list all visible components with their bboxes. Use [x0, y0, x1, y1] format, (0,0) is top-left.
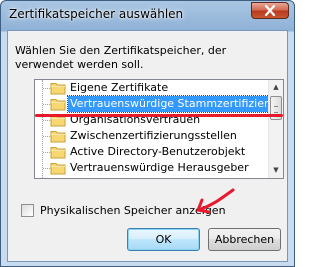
red-annotation-arrow-icon: [196, 188, 235, 214]
tree-branch-line: [43, 104, 50, 105]
folder-icon: [50, 131, 66, 143]
title-bar[interactable]: Zertifikatspeicher auswählen: [1, 1, 294, 30]
dialog-window: Zertifikatspeicher auswählen Wählen Sie …: [0, 0, 295, 267]
instruction-text: Wählen Sie den Zertifikatspeicher, der v…: [15, 44, 227, 71]
folder-icon: [50, 163, 66, 175]
store-item-label[interactable]: Active Directory-Benutzerobjekt: [68, 144, 247, 160]
store-item[interactable]: Vertrauenswürdige Herausgeber: [35, 160, 268, 176]
dialog-body: Wählen Sie den Zertifikatspeicher, der v…: [7, 30, 288, 262]
tree-branch-line: [43, 88, 50, 89]
physical-store-checkbox[interactable]: [21, 204, 34, 217]
close-button[interactable]: [251, 2, 289, 19]
store-item[interactable]: Vertrauenswürdige Stammzertifizierungss: [35, 95, 283, 113]
store-item[interactable]: Active Directory-Benutzerobjekt: [35, 144, 268, 160]
store-list: Eigene Zertifikate Vertrauenswürdige Stam…: [35, 80, 283, 176]
red-annotation-underline: [35, 114, 283, 117]
tree-branch-line: [43, 168, 50, 169]
tree-branch-line: [43, 120, 50, 121]
store-item-label[interactable]: Vertrauenswürdige Herausgeber: [68, 160, 251, 176]
close-icon: [264, 4, 276, 17]
store-item-label[interactable]: Zwischenzertifizierungsstellen: [68, 128, 239, 144]
ok-button[interactable]: OK: [127, 228, 200, 251]
store-item-label[interactable]: Eigene Zertifikate: [68, 80, 170, 96]
folder-icon: [50, 147, 66, 159]
certificate-store-tree[interactable]: Eigene Zertifikate Vertrauenswürdige Stam…: [34, 79, 284, 179]
store-item[interactable]: Zwischenzertifizierungsstellen: [35, 128, 268, 144]
scroll-down-arrow-icon[interactable]: ▼: [269, 163, 283, 178]
cancel-button[interactable]: Abbrechen: [208, 228, 281, 251]
store-item-label[interactable]: Vertrauenswürdige Stammzertifizierungss: [67, 95, 283, 113]
vertical-scrollbar[interactable]: ▲ ▼: [268, 80, 283, 178]
store-item[interactable]: Eigene Zertifikate: [35, 80, 268, 96]
scroll-up-arrow-icon[interactable]: ▲: [269, 80, 283, 95]
window-title: Zertifikatspeicher auswählen: [9, 7, 184, 21]
tree-branch-line: [43, 136, 50, 137]
tree-branch-line: [43, 152, 50, 153]
folder-icon: [50, 83, 66, 95]
scrollbar-grip-icon: [274, 106, 278, 113]
folder-icon: [50, 99, 66, 111]
